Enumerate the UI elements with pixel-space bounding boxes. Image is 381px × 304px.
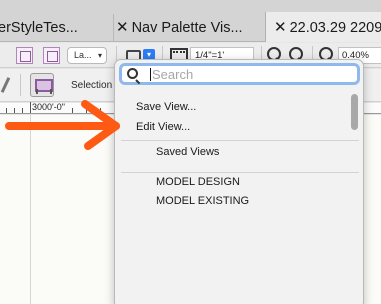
text-caret <box>150 68 151 81</box>
tab-label: erStyleTes... <box>0 20 78 36</box>
search-icon-handle <box>135 79 141 85</box>
chevron-down-icon: ▾ <box>146 50 151 59</box>
canvas-guide <box>30 115 31 304</box>
layer-select[interactable]: La... ▾ <box>67 47 107 64</box>
ruler-tick <box>30 102 31 113</box>
saved-view-item[interactable]: MODEL EXISTING <box>156 195 249 207</box>
ruler-tick <box>6 108 7 113</box>
ruler-tick <box>72 108 73 113</box>
ruler-label: 3000'-0" <box>32 102 65 112</box>
chair-icon[interactable] <box>30 73 54 97</box>
tab-label: Nav Palette Vis... <box>131 20 243 36</box>
toolbar-divider <box>20 74 21 96</box>
search-icon <box>127 68 138 79</box>
save-view-item[interactable]: Save View... <box>136 101 196 113</box>
layer-select-value: La... <box>74 50 92 60</box>
selection-label: Selection <box>71 80 113 91</box>
close-icon[interactable]: ✕ <box>274 19 287 36</box>
search-input[interactable] <box>152 66 352 82</box>
saved-view-item[interactable]: MODEL DESIGN <box>156 176 240 188</box>
app-window: erStyleTes... ✕ Nav Palette Vis... ✕ 22.03… <box>0 0 381 304</box>
chevron-down-icon: ▾ <box>97 51 102 60</box>
edit-view-item[interactable]: Edit View... <box>136 121 190 133</box>
ruler-tick <box>100 108 101 113</box>
menu-divider <box>121 172 359 173</box>
ruler-tick <box>14 108 15 113</box>
menu-divider <box>121 140 359 141</box>
menu-scrollbar[interactable] <box>351 94 358 130</box>
saved-views-header: Saved Views <box>156 146 220 158</box>
class-icon[interactable] <box>43 47 60 64</box>
saved-views-menu: Save View... Edit View... Saved Views MO… <box>114 59 364 304</box>
tab-nav-palette[interactable]: ✕ Nav Palette Vis... <box>113 14 243 42</box>
close-icon[interactable]: ✕ <box>116 19 129 36</box>
pencil-icon[interactable] <box>0 77 11 93</box>
tab-label: 22.03.29 2209 <box>289 20 381 36</box>
ruler-tick <box>86 108 87 113</box>
layer-icon[interactable] <box>16 47 33 64</box>
tab-active-document[interactable]: ✕ 22.03.29 2209 <box>265 12 381 42</box>
search-box[interactable] <box>119 63 360 85</box>
document-tab-bar: erStyleTes... ✕ Nav Palette Vis... ✕ 22.03… <box>0 0 381 42</box>
tab-style-test[interactable]: erStyleTes... <box>0 14 78 42</box>
ruler-tick <box>22 108 23 113</box>
